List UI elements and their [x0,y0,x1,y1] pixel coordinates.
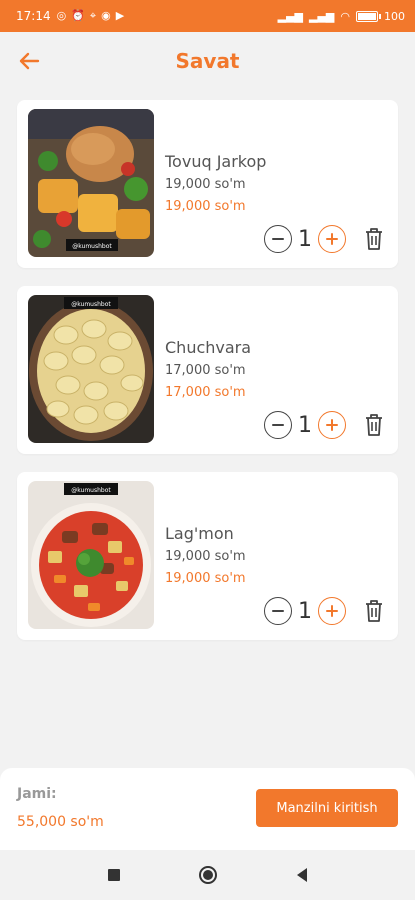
app-bar: Savat [0,32,415,90]
instagram-icon: ◉ [101,9,111,22]
triangle-back-icon [296,868,307,882]
location-icon: ⌖ [89,9,97,22]
cart-footer: Jami: 55,000 so'm Manzilni kiritish [0,768,415,850]
recent-apps-button[interactable] [102,863,126,887]
total-label: Jami: [17,786,57,802]
plus-icon [326,419,338,431]
quantity-stepper: 1 [264,596,386,626]
trash-icon [366,414,382,436]
battery-level: 100 [384,9,405,23]
cart-item: @kumushbot Lag'mon 19,000 so'm 19,000 so… [17,472,398,640]
decrease-button[interactable] [264,225,292,253]
total-value: 55,000 so'm [17,814,104,830]
increase-button[interactable] [318,597,346,625]
item-name: Chuchvara [165,338,252,357]
quantity-value: 1 [298,226,312,252]
quantity-value: 1 [298,598,312,624]
image-watermark: @kumushbot [71,487,111,494]
plus-icon [326,233,338,245]
cart-list: @kumushbot Tovuq Jarkop 19,000 so'm 19,0… [17,100,398,658]
system-nav-bar [0,850,415,900]
wifi-icon: ◠ [340,9,350,23]
item-name: Lag'mon [165,524,234,543]
food-image-chuchvara: @kumushbot [28,295,154,443]
food-image-lagmon: @kumushbot [28,481,154,629]
increase-button[interactable] [318,225,346,253]
item-total: 19,000 so'm [165,199,246,214]
minus-icon [272,238,284,240]
delete-button[interactable] [362,597,386,625]
item-price: 19,000 so'm [165,177,246,192]
signal-icon: ▂▄▆ [277,9,303,23]
image-watermark: @kumushbot [72,243,112,250]
enter-address-button[interactable]: Manzilni kiritish [256,789,398,827]
alarm-icon: ⏰ [71,9,85,22]
increase-button[interactable] [318,411,346,439]
food-image-tovuq-jarkop: @kumushbot [28,109,154,257]
back-button[interactable] [14,46,44,76]
quantity-stepper: 1 [264,410,386,440]
image-watermark: @kumushbot [71,301,111,308]
trash-icon [366,600,382,622]
delete-button[interactable] [362,411,386,439]
minus-icon [272,610,284,612]
item-total: 17,000 so'm [165,385,246,400]
cart-item: @kumushbot Tovuq Jarkop 19,000 so'm 19,0… [17,100,398,268]
page-title: Savat [175,49,240,73]
system-back-button[interactable] [290,863,314,887]
circle-icon [198,866,217,884]
item-total: 19,000 so'm [165,571,246,586]
arrow-left-icon [19,52,40,70]
trash-icon [366,228,382,250]
item-price: 17,000 so'm [165,363,246,378]
home-button[interactable] [196,863,220,887]
plus-icon [326,605,338,617]
signal-icon: ▂▄▆ [309,9,335,23]
cart-item: @kumushbot Chuchvara 17,000 so'm 17,000 … [17,286,398,454]
item-name: Tovuq Jarkop [165,152,267,171]
delete-button[interactable] [362,225,386,253]
youtube-icon: ▶ [115,9,125,22]
quantity-stepper: 1 [264,224,386,254]
status-time: 17:14 [16,9,51,23]
item-price: 19,000 so'm [165,549,246,564]
battery-icon [356,10,381,22]
decrease-button[interactable] [264,411,292,439]
whatsapp-icon: ◎ [56,9,67,22]
quantity-value: 1 [298,412,312,438]
square-icon [107,869,120,881]
minus-icon [272,424,284,426]
decrease-button[interactable] [264,597,292,625]
status-bar: 17:14 ◎ ⏰ ⌖ ◉ ▶ ▂▄▆ ▂▄▆ ◠ 100 [0,0,415,32]
